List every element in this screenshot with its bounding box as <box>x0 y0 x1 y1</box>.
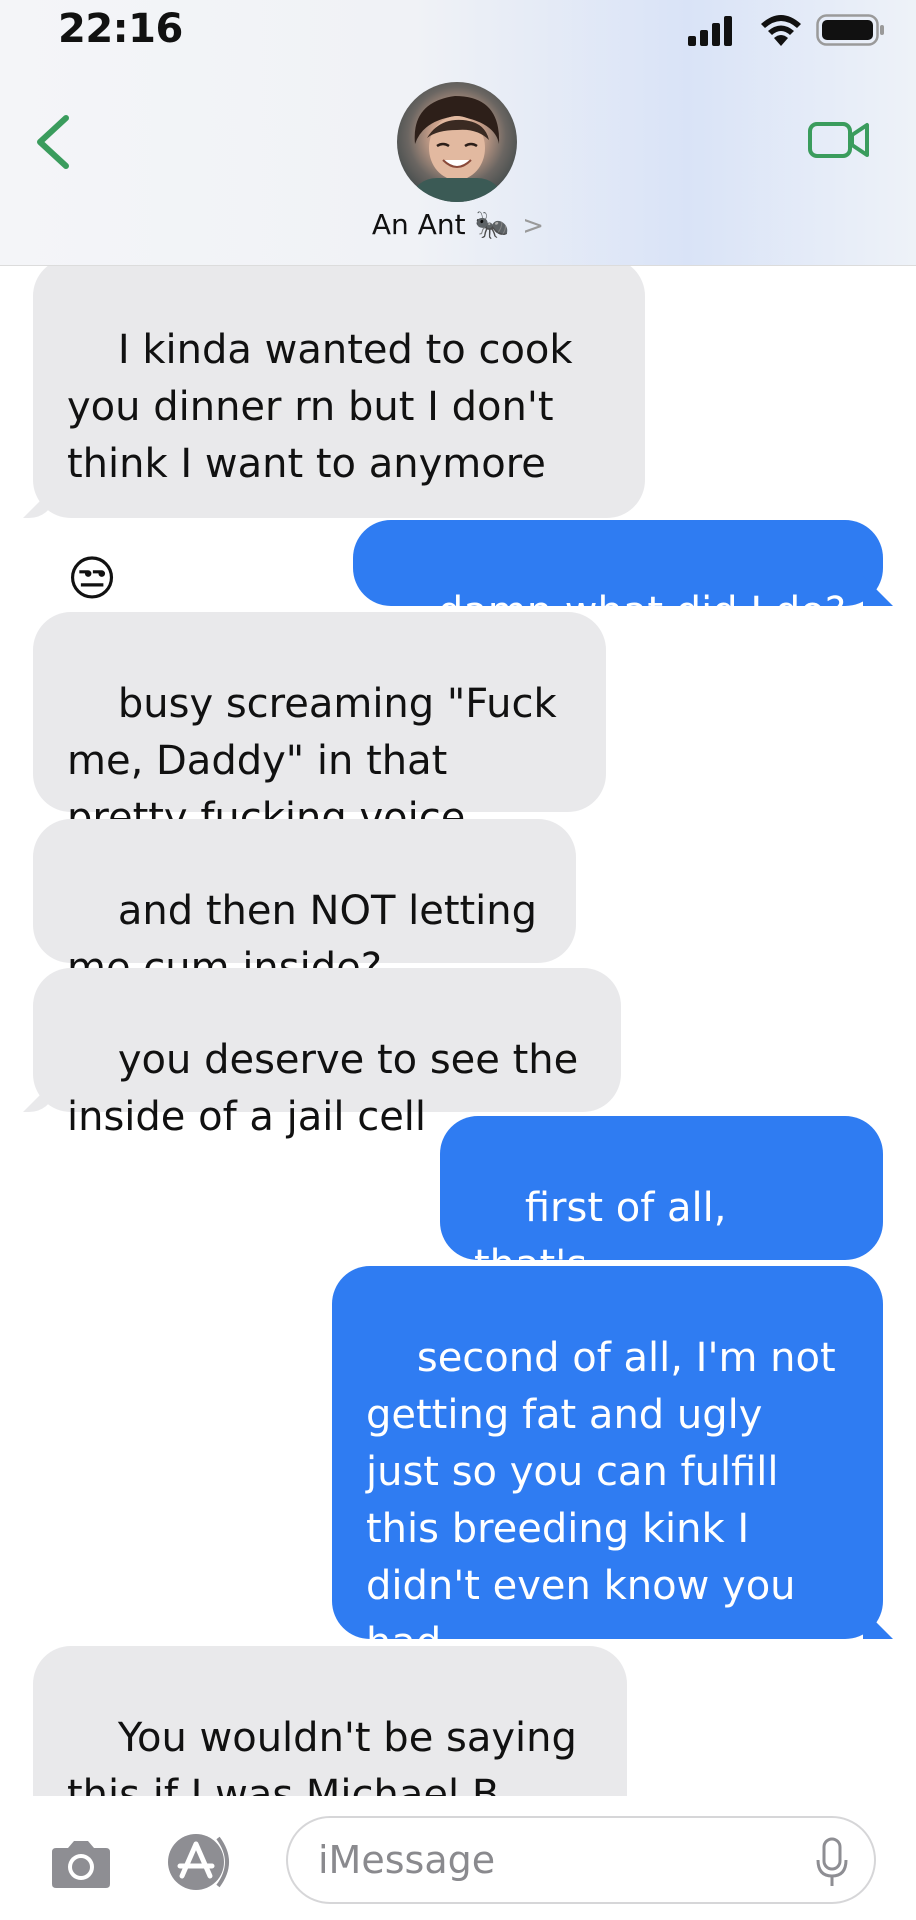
incoming-message[interactable]: and then NOT letting me cum inside? <box>33 819 576 991</box>
avatar-photo <box>407 96 507 202</box>
incoming-message[interactable]: You wouldn't be saying this if I was Mic… <box>33 1646 627 1796</box>
message-text: You wouldn't be saying this if I was Mic… <box>67 1715 577 1796</box>
microphone-icon[interactable] <box>814 1836 850 1888</box>
chevron-right-icon: > <box>522 211 545 241</box>
outgoing-message[interactable]: first of all, that's roleplay? <box>440 1116 883 1345</box>
contact-name: An Ant <box>371 208 466 241</box>
message-text: second of all, I'm not getting fat and u… <box>366 1335 836 1666</box>
video-camera-icon[interactable] <box>807 117 871 163</box>
outgoing-message[interactable]: damn what did I do? <box>353 520 883 635</box>
incoming-message[interactable]: you deserve to see the inside of a jail … <box>33 968 621 1140</box>
contact-avatar[interactable] <box>397 82 517 202</box>
incoming-message[interactable]: I kinda wanted to cook you dinner rn but… <box>33 266 645 607</box>
status-time: 22:16 <box>58 6 183 52</box>
battery-icon <box>816 14 884 46</box>
outgoing-message[interactable]: second of all, I'm not getting fat and u… <box>332 1266 883 1666</box>
message-composer <box>0 1796 916 1920</box>
back-chevron-icon[interactable] <box>30 112 80 172</box>
wifi-icon <box>761 15 801 46</box>
message-text: busy screaming "Fuck me, Daddy" in that … <box>67 681 557 841</box>
app-store-icon[interactable] <box>166 1832 244 1892</box>
camera-icon[interactable] <box>48 1838 114 1890</box>
contact-name-button[interactable]: An Ant 🐜 > <box>0 208 916 241</box>
imessage-input[interactable] <box>286 1816 876 1904</box>
cellular-signal-icon <box>688 16 732 46</box>
ant-icon: 🐜 <box>474 208 510 241</box>
message-text: I kinda wanted to cook you dinner rn but… <box>67 327 573 487</box>
message-thread[interactable]: I kinda wanted to cook you dinner rn but… <box>0 266 916 1796</box>
incoming-message[interactable]: busy screaming "Fuck me, Daddy" in that … <box>33 612 606 841</box>
conversation-header: 22:16 An Ant 🐜 > <box>0 0 916 266</box>
